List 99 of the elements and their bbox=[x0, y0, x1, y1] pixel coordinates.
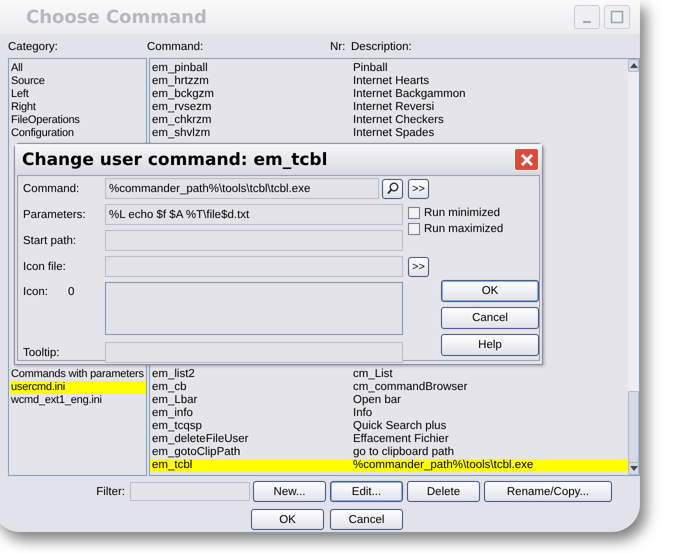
maximize-button[interactable] bbox=[604, 5, 630, 29]
command-description: Pinball bbox=[353, 62, 388, 75]
minimize-icon bbox=[583, 21, 591, 23]
command-description: Effacement Fichier bbox=[353, 433, 449, 446]
command-name: em_bckgzm bbox=[152, 88, 215, 101]
category-item[interactable]: usercmd.ini bbox=[10, 381, 146, 394]
nr-column-header: Nr: bbox=[330, 41, 346, 53]
command-name: em_Lbar bbox=[152, 394, 198, 407]
start-path-field[interactable] bbox=[105, 230, 403, 251]
command-description: Quick Search plus bbox=[353, 420, 446, 433]
category-item[interactable]: All bbox=[10, 62, 146, 75]
command-name: em_deleteFileUser bbox=[152, 433, 250, 446]
command-row[interactable]: em_pinball Pinball bbox=[150, 62, 628, 75]
icon-index: 0 bbox=[68, 286, 74, 298]
filter-label: Filter: bbox=[95, 486, 126, 498]
command-description: cm_List bbox=[353, 368, 393, 381]
command-name: em_rvsezm bbox=[152, 101, 212, 114]
command-description: cm_commandBrowser bbox=[353, 381, 468, 394]
command-column-header: Command: bbox=[147, 41, 204, 53]
command-name: em_pinball bbox=[152, 62, 209, 75]
command-row[interactable]: em_deleteFileUser Effacement Fichier bbox=[150, 433, 628, 446]
dialog-button[interactable]: Cancel bbox=[330, 509, 403, 530]
command-row[interactable]: em_chkrzm Internet Checkers bbox=[150, 114, 628, 127]
action-button[interactable]: Rename/Copy... bbox=[484, 481, 612, 502]
filter-field[interactable] bbox=[130, 482, 250, 501]
search-icon bbox=[386, 182, 398, 195]
category-item[interactable]: Left bbox=[10, 88, 146, 101]
command-row[interactable]: em_Lbar Open bar bbox=[150, 394, 628, 407]
category-label: Category: bbox=[8, 41, 58, 53]
command-row[interactable]: em_rvsezm Internet Reversi bbox=[150, 101, 628, 114]
close-button[interactable] bbox=[514, 148, 539, 171]
command-name: em_hrtzzm bbox=[152, 75, 210, 88]
up-arrow-icon bbox=[630, 63, 638, 68]
command-row[interactable]: em_tcbl %commander_path%\tools\tcbl.exe bbox=[150, 459, 628, 472]
command-name: em_gotoClipPath bbox=[152, 446, 242, 459]
description-column-header: Description: bbox=[351, 41, 412, 53]
command-row[interactable]: em_info Info bbox=[150, 407, 628, 420]
command-name: em_tcqsp bbox=[152, 420, 203, 433]
icon-label: Icon: bbox=[23, 286, 48, 298]
command-name: em_shvlzm bbox=[152, 127, 212, 140]
command-row[interactable]: em_list2 cm_List bbox=[150, 368, 628, 381]
minimize-button[interactable] bbox=[574, 5, 600, 29]
category-item[interactable]: wcmd_ext1_eng.ini bbox=[10, 394, 146, 407]
action-button[interactable]: New... bbox=[253, 481, 326, 502]
dialog-title: Change user command: em_tcbl bbox=[22, 150, 328, 170]
scroll-thumb[interactable] bbox=[628, 391, 639, 463]
more-button[interactable]: >> bbox=[408, 256, 429, 276]
command-row[interactable]: em_shvlzm Internet Spades bbox=[150, 127, 628, 140]
command-description: Internet Backgammon bbox=[353, 88, 466, 101]
icon-preview-box[interactable] bbox=[105, 282, 403, 335]
parameters-field[interactable]: %L echo $f $A %T\file$d.txt bbox=[105, 204, 403, 225]
tooltip-field[interactable] bbox=[105, 342, 403, 363]
command-description: Open bar bbox=[353, 394, 401, 407]
command-field[interactable]: %commander_path%\tools\tcbl\tcbl.exe bbox=[105, 178, 379, 199]
tooltip-label: Tooltip: bbox=[23, 346, 60, 358]
option-checkbox[interactable]: Run minimized bbox=[408, 206, 504, 220]
command-description: Internet Hearts bbox=[353, 75, 430, 88]
command-label: Command: bbox=[23, 182, 80, 194]
action-button[interactable]: Delete bbox=[407, 481, 480, 502]
window-title: Choose Command bbox=[26, 6, 207, 28]
icon-file-label: Icon file: bbox=[23, 260, 67, 272]
dialog-button[interactable]: Help bbox=[441, 334, 539, 356]
command-description: Internet Reversi bbox=[353, 101, 434, 114]
close-icon bbox=[520, 152, 534, 166]
more-button[interactable]: >> bbox=[408, 178, 429, 198]
command-name: em_list2 bbox=[152, 368, 196, 381]
command-row[interactable]: em_gotoClipPath go to clipboard path bbox=[150, 446, 628, 459]
command-row[interactable]: em_cb cm_commandBrowser bbox=[150, 381, 628, 394]
dialog-button[interactable]: Cancel bbox=[441, 307, 539, 329]
action-button[interactable]: Edit... bbox=[330, 481, 403, 502]
command-description: Internet Spades bbox=[353, 127, 434, 140]
command-description: %commander_path%\tools\tcbl.exe bbox=[353, 459, 534, 472]
icon-file-field[interactable] bbox=[105, 256, 403, 277]
command-name: em_info bbox=[152, 407, 194, 420]
browse-button[interactable] bbox=[382, 178, 403, 198]
parameters-label: Parameters: bbox=[23, 208, 87, 220]
down-arrow-icon bbox=[630, 466, 638, 471]
start-path-label: Start path: bbox=[23, 234, 78, 246]
scroll-down-button[interactable] bbox=[628, 462, 639, 475]
dialog-button[interactable]: OK bbox=[441, 280, 539, 302]
command-description: Info bbox=[353, 407, 372, 420]
command-name: em_tcbl bbox=[152, 459, 194, 472]
command-row[interactable]: em_bckgzm Internet Backgammon bbox=[150, 88, 628, 101]
category-item[interactable]: Commands with parameters bbox=[10, 368, 146, 381]
command-row[interactable]: em_tcqsp Quick Search plus bbox=[150, 420, 628, 433]
scroll-up-button[interactable] bbox=[628, 59, 639, 72]
category-item[interactable]: Source bbox=[10, 75, 146, 88]
maximize-icon bbox=[610, 10, 624, 24]
dialog-button[interactable]: OK bbox=[251, 509, 324, 530]
command-row[interactable]: em_hrtzzm Internet Hearts bbox=[150, 75, 628, 88]
option-checkbox[interactable]: Run maximized bbox=[408, 222, 504, 236]
command-name: em_chkrzm bbox=[152, 114, 212, 127]
category-item[interactable]: Configuration bbox=[10, 127, 146, 140]
command-description: go to clipboard path bbox=[353, 446, 454, 459]
category-item[interactable]: Right bbox=[10, 101, 146, 114]
scrollbar[interactable] bbox=[628, 59, 639, 475]
command-description: Internet Checkers bbox=[353, 114, 444, 127]
command-name: em_cb bbox=[152, 381, 188, 394]
category-item[interactable]: FileOperations bbox=[10, 114, 146, 127]
